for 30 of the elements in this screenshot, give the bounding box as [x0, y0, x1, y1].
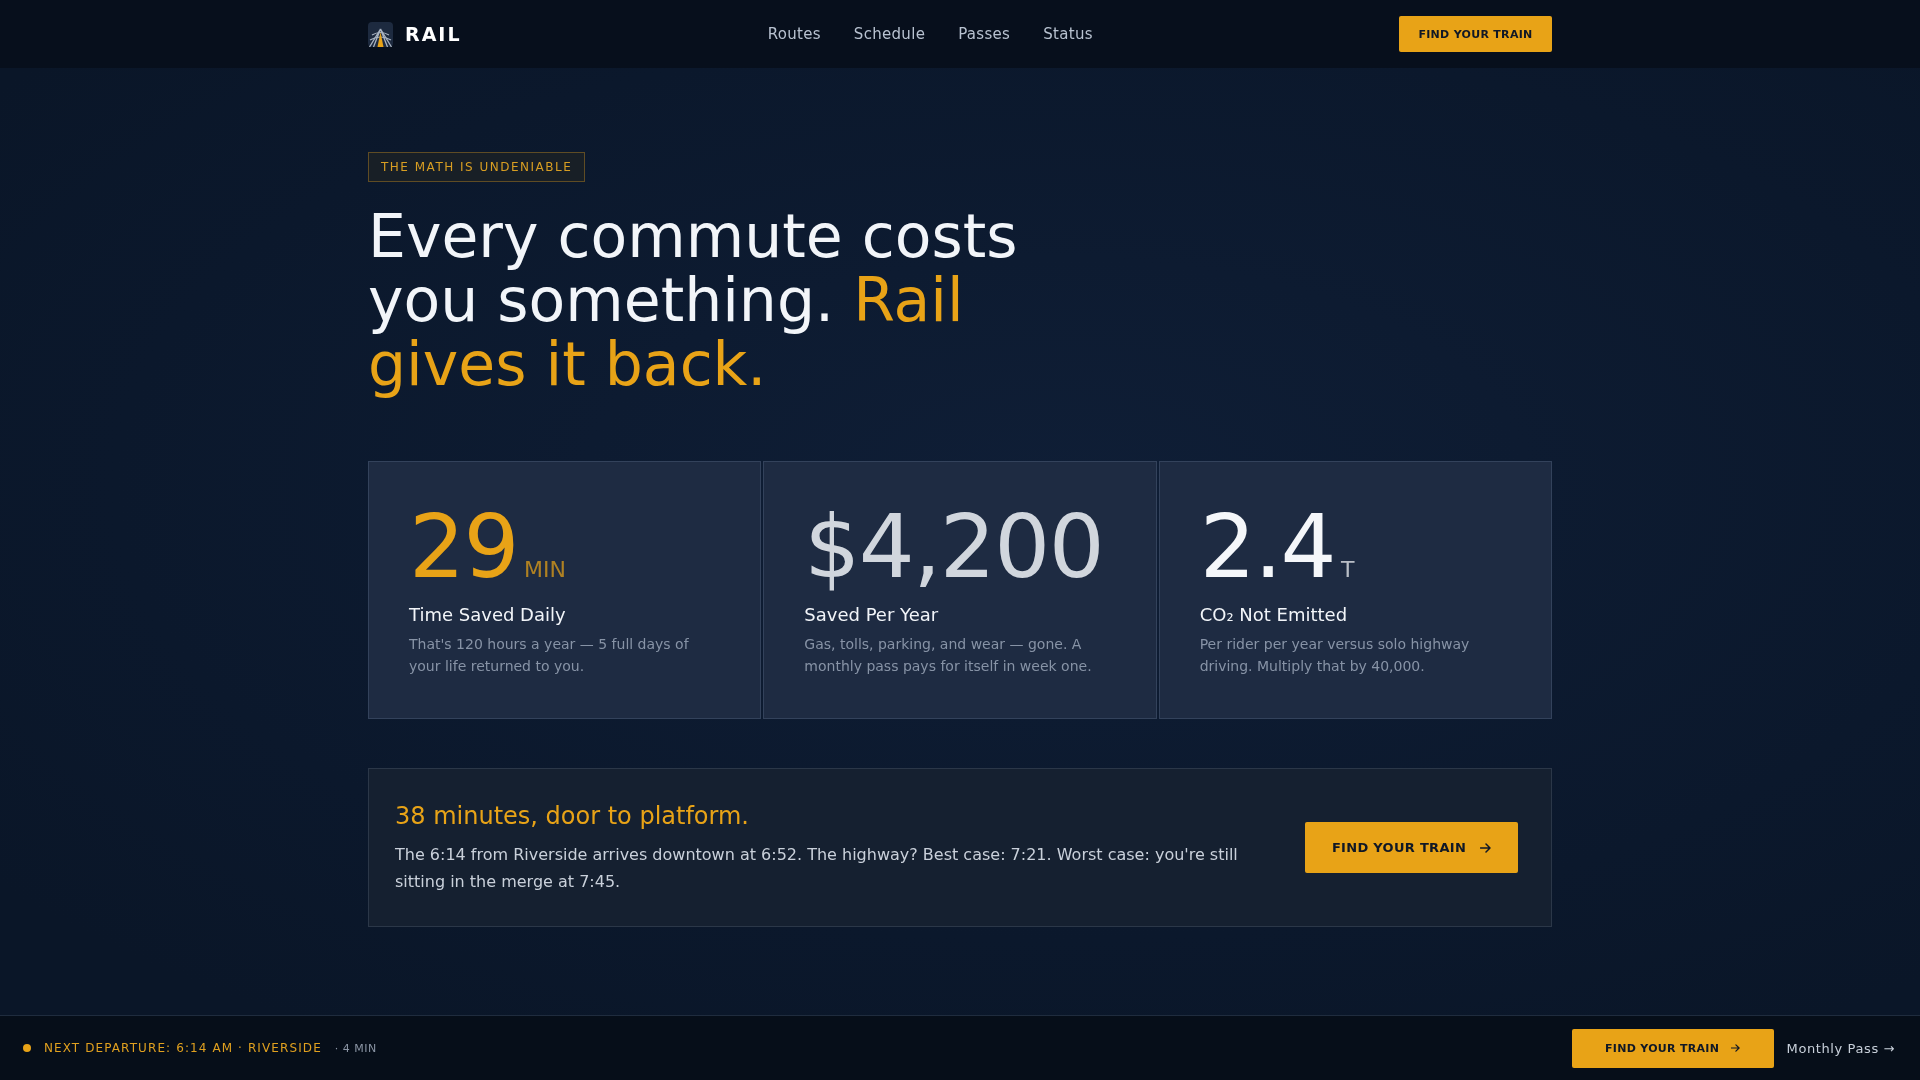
brand-name: RAIL [405, 23, 462, 45]
stat-label: CO₂ Not Emitted [1199, 603, 1349, 627]
departure-countdown: · 4 MIN [334, 1041, 377, 1055]
arrow-right-icon [1480, 842, 1492, 853]
hero-tag: THE MATH IS UNDENIABLE [368, 152, 586, 182]
arrow-right-icon [1731, 1044, 1741, 1052]
stat-description: Per rider per year versus solo highway driving. Multiply that by 40,000. [1199, 635, 1471, 676]
nav-link[interactable]: Schedule [853, 25, 926, 43]
stat-description: That's 120 hours a year — 5 full days of your life returned to you. [409, 635, 690, 676]
stat-value: 29 [409, 503, 518, 591]
nav-link[interactable]: Passes [958, 25, 1011, 43]
stat-value: 2.4 [1199, 503, 1336, 591]
monthly-pass-link[interactable]: Monthly Pass → [1786, 1040, 1895, 1056]
rail-track-logo-icon [368, 21, 393, 47]
find-train-button[interactable]: FIND YOUR TRAIN [1305, 822, 1518, 873]
find-train-button[interactable]: FIND YOUR TRAIN [1571, 1028, 1774, 1068]
find-train-button[interactable]: FIND YOUR TRAIN [1399, 16, 1552, 52]
stat-label: Time Saved Daily [409, 603, 567, 627]
departure-info: NEXT DEPARTURE: 6:14 AM · RIVERSIDE [44, 1041, 322, 1055]
cta-title: 38 minutes, door to platform. [395, 800, 750, 831]
cta-text: The 6:14 from Riverside arrives downtown at 6:52. The highway? Best case: 7:21. Worst case: you're still sitting in the merge at 7:45. [395, 843, 1239, 893]
stat-unit: MIN [524, 557, 566, 582]
stat-value: $4,200 [804, 503, 1104, 591]
stat-label: Saved Per Year [804, 603, 940, 627]
nav-link[interactable]: Status [1043, 25, 1093, 43]
nav-link[interactable]: Routes [767, 25, 821, 43]
hero-headline: Every commute costs you something. Rail gives it back. [368, 204, 1019, 396]
status-dot-icon [23, 1044, 31, 1052]
stat-unit: T [1341, 557, 1355, 582]
stat-description: Gas, tolls, parking, and wear — gone. A monthly pass pays for itself in week one. [804, 635, 1093, 676]
